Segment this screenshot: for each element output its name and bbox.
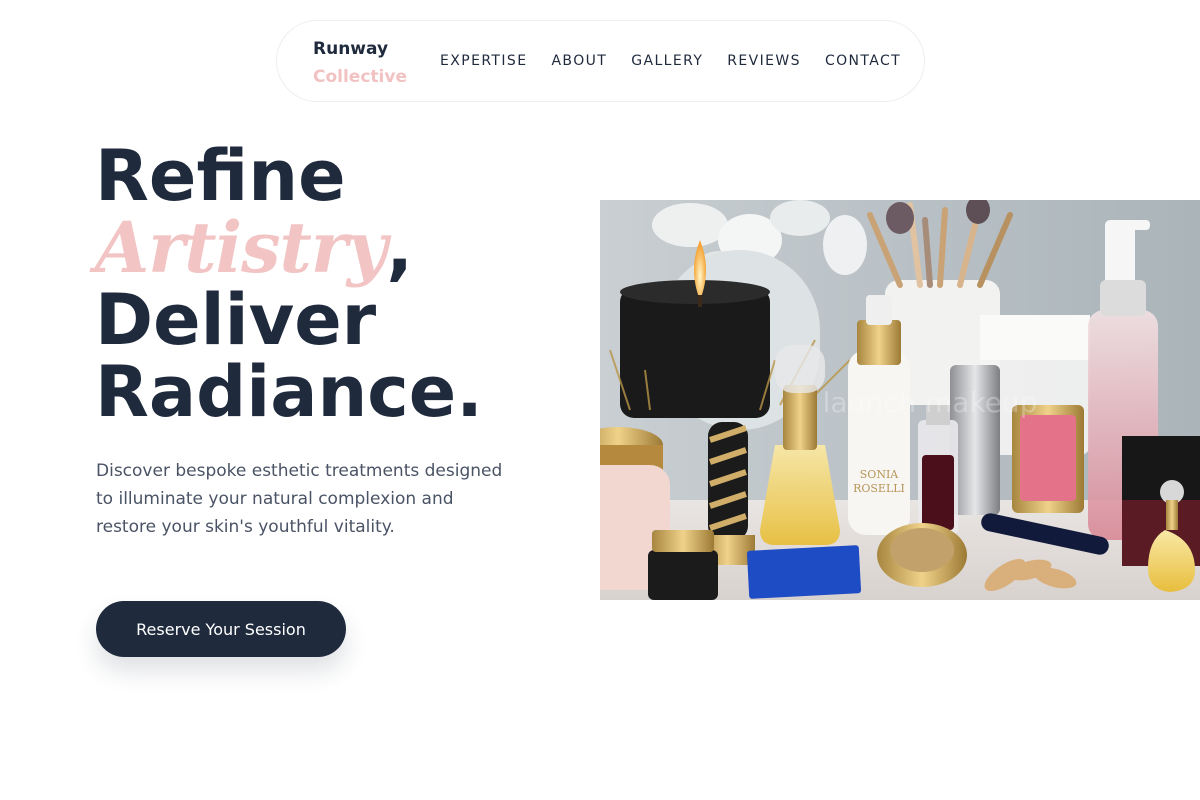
image-watermark: launch makeup: [823, 386, 1038, 419]
brand-name-line2: Collective: [313, 67, 407, 87]
headline-line-4: Radiance.: [95, 351, 483, 433]
cosmetics-photo: SONIA ROSELLI launch makeup: [600, 200, 1200, 600]
hero-image: SONIA ROSELLI launch makeup: [600, 200, 1200, 600]
bottle-label-line1: SONIA: [860, 468, 900, 481]
nav-link-gallery[interactable]: GALLERY: [631, 52, 703, 70]
nav-link-reviews[interactable]: REVIEWS: [727, 52, 801, 70]
bottle-label-line2: ROSELLI: [853, 482, 905, 495]
headline-line-1: Refine: [95, 135, 346, 217]
top-navigation: Runway Collective EXPERTISE ABOUT GALLER…: [276, 20, 925, 102]
nav-link-contact[interactable]: CONTACT: [825, 52, 901, 70]
hero-description: Discover bespoke esthetic treatments des…: [96, 461, 503, 537]
nav-link-about[interactable]: ABOUT: [551, 52, 607, 70]
brand-name-line1: Runway: [313, 39, 389, 59]
reserve-session-button[interactable]: Reserve Your Session: [96, 601, 346, 657]
headline-accent: Artistry: [95, 206, 387, 289]
nav-link-expertise[interactable]: EXPERTISE: [440, 52, 527, 70]
headline-line-2: Artistry,: [95, 212, 483, 285]
headline-line-3: Deliver: [95, 279, 377, 361]
headline-comma: ,: [386, 207, 414, 289]
nav-links: EXPERTISE ABOUT GALLERY REVIEWS CONTACT: [440, 52, 901, 70]
hero-headline: Refine Artistry, Deliver Radiance.: [95, 140, 483, 428]
brand-logo[interactable]: Runway Collective: [313, 35, 407, 91]
